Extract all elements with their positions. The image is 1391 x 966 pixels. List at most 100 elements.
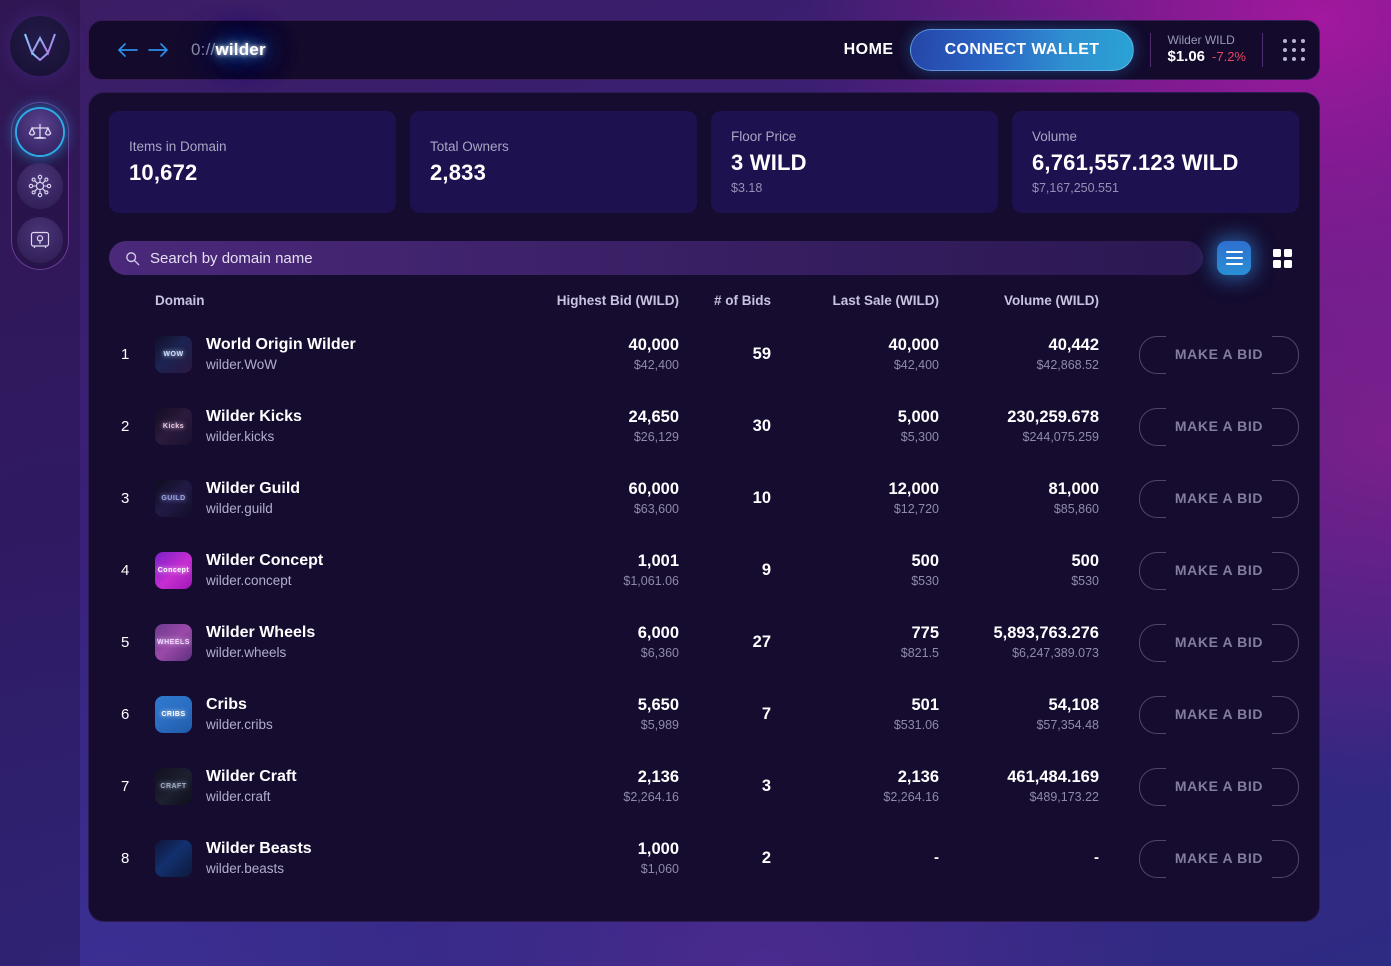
row-highest-bid: 2,136 [637, 768, 679, 787]
row-last-sale: 2,136 [897, 768, 939, 787]
row-rank: 6 [121, 705, 130, 723]
row-num-bids: 30 [752, 416, 771, 435]
row-domain-path: wilder.guild [206, 500, 273, 516]
sidebar-nav [11, 102, 69, 270]
sidebar-item-network[interactable] [17, 163, 63, 209]
grid-dots-icon[interactable] [1283, 39, 1305, 61]
row-highest-bid: 60,000 [628, 480, 679, 499]
row-highest-bid: 1,000 [637, 840, 679, 859]
table-row[interactable]: 3 GUILD Wilder Guild wilder.guild 60,000… [109, 462, 1299, 534]
row-rank: 7 [121, 777, 130, 795]
row-volume-usd: $6,247,389.073 [1012, 645, 1099, 660]
row-domain-path: wilder.wheels [206, 644, 287, 660]
row-last-sale: 775 [911, 624, 939, 643]
row-last-sale: 12,000 [888, 480, 939, 499]
make-a-bid-button[interactable]: MAKE A BID [1139, 480, 1299, 518]
row-rank: 5 [121, 633, 130, 651]
table-row[interactable]: 5 WHEELS Wilder Wheels wilder.wheels 6,0… [109, 606, 1299, 678]
route-domain: wilder [215, 40, 266, 59]
row-domain-title: Wilder Kicks [206, 408, 302, 426]
grid-view-toggle[interactable] [1265, 241, 1299, 275]
connect-wallet-button[interactable]: CONNECT WALLET [909, 29, 1135, 71]
make-a-bid-button[interactable]: MAKE A BID [1139, 552, 1299, 590]
sidebar [0, 0, 80, 966]
sidebar-item-staking[interactable] [17, 109, 63, 155]
table-row[interactable]: 1 WOW World Origin Wilder wilder.WoW 40,… [109, 318, 1299, 390]
stat-value: 3 WILD [731, 150, 807, 175]
row-volume-usd: $244,075.259 [1022, 429, 1099, 444]
row-volume-usd: $530 [1071, 573, 1099, 588]
stat-subvalue: $3.18 [731, 181, 763, 195]
row-highest-bid: 1,001 [637, 552, 679, 571]
row-rank: 4 [121, 561, 130, 579]
stat-label: Volume [1032, 129, 1078, 144]
row-num-bids: 59 [752, 344, 771, 363]
token-change: -7.2% [1212, 49, 1246, 65]
table-row[interactable]: 8 Wilder Beasts wilder.beasts 1,000 $1,0… [109, 822, 1299, 894]
row-rank: 3 [121, 489, 130, 507]
table-row[interactable]: 2 Kicks Wilder Kicks wilder.kicks 24,650… [109, 390, 1299, 462]
stat-label: Floor Price [731, 129, 797, 144]
arrow-right-icon[interactable] [143, 35, 173, 65]
table-header: Domain Highest Bid (WILD) # of Bids Last… [109, 275, 1299, 318]
make-a-bid-button[interactable]: MAKE A BID [1139, 336, 1299, 374]
row-highest-bid: 5,650 [637, 696, 679, 715]
row-last-sale-usd: $5,300 [900, 429, 939, 444]
row-highest-bid-usd: $63,600 [633, 501, 679, 516]
stats-row: Items in Domain 10,672 Total Owners 2,83… [109, 111, 1299, 213]
cribs-thumbnail: CRIBS [155, 695, 192, 733]
header-last-sale: Last Sale (WILD) [832, 293, 939, 308]
stat-subvalue: $7,167,250.551 [1032, 181, 1119, 195]
make-a-bid-button[interactable]: MAKE A BID [1139, 768, 1299, 806]
row-volume: 5,893,763.276 [993, 624, 1099, 643]
row-last-sale: 501 [911, 696, 939, 715]
main-panel: Items in Domain 10,672 Total Owners 2,83… [88, 92, 1320, 922]
make-a-bid-button[interactable]: MAKE A BID [1139, 840, 1299, 878]
row-last-sale: 5,000 [897, 408, 939, 427]
topbar-divider-right [1262, 33, 1263, 67]
sidebar-item-vault[interactable] [17, 217, 63, 263]
row-highest-bid-usd: $1,061.06 [623, 573, 679, 588]
row-last-sale: 40,000 [888, 336, 939, 355]
stat-value: 6,761,557.123 WILD [1032, 150, 1239, 175]
token-price-widget[interactable]: Wilder WILD $1.06 -7.2% [1167, 33, 1246, 67]
row-last-sale-usd: $531.06 [893, 717, 939, 732]
list-view-toggle[interactable] [1217, 241, 1251, 275]
row-highest-bid-usd: $26,129 [633, 429, 679, 444]
row-volume-usd: $42,868.52 [1036, 357, 1099, 372]
make-a-bid-button[interactable]: MAKE A BID [1139, 624, 1299, 662]
arrow-left-icon[interactable] [113, 35, 143, 65]
row-rank: 2 [121, 417, 130, 435]
row-highest-bid: 40,000 [628, 336, 679, 355]
row-highest-bid-usd: $6,360 [640, 645, 679, 660]
make-a-bid-button[interactable]: MAKE A BID [1139, 696, 1299, 734]
table-row[interactable]: 4 Concept Wilder Concept wilder.concept … [109, 534, 1299, 606]
search-icon [125, 251, 140, 266]
home-link[interactable]: HOME [844, 41, 894, 59]
row-last-sale-usd: $2,264.16 [883, 789, 939, 804]
stat-value: 10,672 [129, 159, 198, 185]
address-bar[interactable]: 0://wilder [191, 40, 266, 60]
row-highest-bid: 24,650 [628, 408, 679, 427]
make-a-bid-button[interactable]: MAKE A BID [1139, 408, 1299, 446]
row-num-bids: 3 [761, 776, 771, 795]
stat-card-items: Items in Domain 10,672 [109, 111, 396, 213]
stat-label: Total Owners [430, 138, 509, 154]
token-price: $1.06 [1167, 48, 1206, 66]
search-input[interactable]: Search by domain name [109, 241, 1203, 275]
safe-vault-icon [30, 231, 50, 248]
row-last-sale-usd: $530 [911, 573, 939, 588]
row-volume: 500 [1071, 552, 1099, 571]
row-domain-title: Wilder Beasts [206, 840, 312, 858]
top-bar: 0://wilder HOME CONNECT WALLET Wilder WI… [88, 20, 1320, 80]
table-row[interactable]: 6 CRIBS Cribs wilder.cribs 5,650 $5,989 … [109, 678, 1299, 750]
row-domain-title: World Origin Wilder [206, 336, 356, 354]
row-last-sale: - [934, 848, 939, 866]
concept-thumbnail: Concept [155, 551, 192, 589]
row-highest-bid: 6,000 [637, 624, 679, 643]
table-row[interactable]: 7 CRAFT Wilder Craft wilder.craft 2,136 … [109, 750, 1299, 822]
row-domain-path: wilder.kicks [206, 428, 275, 444]
row-num-bids: 9 [761, 560, 771, 579]
row-highest-bid-usd: $1,060 [640, 861, 679, 876]
wilder-w-logo[interactable] [10, 16, 70, 76]
